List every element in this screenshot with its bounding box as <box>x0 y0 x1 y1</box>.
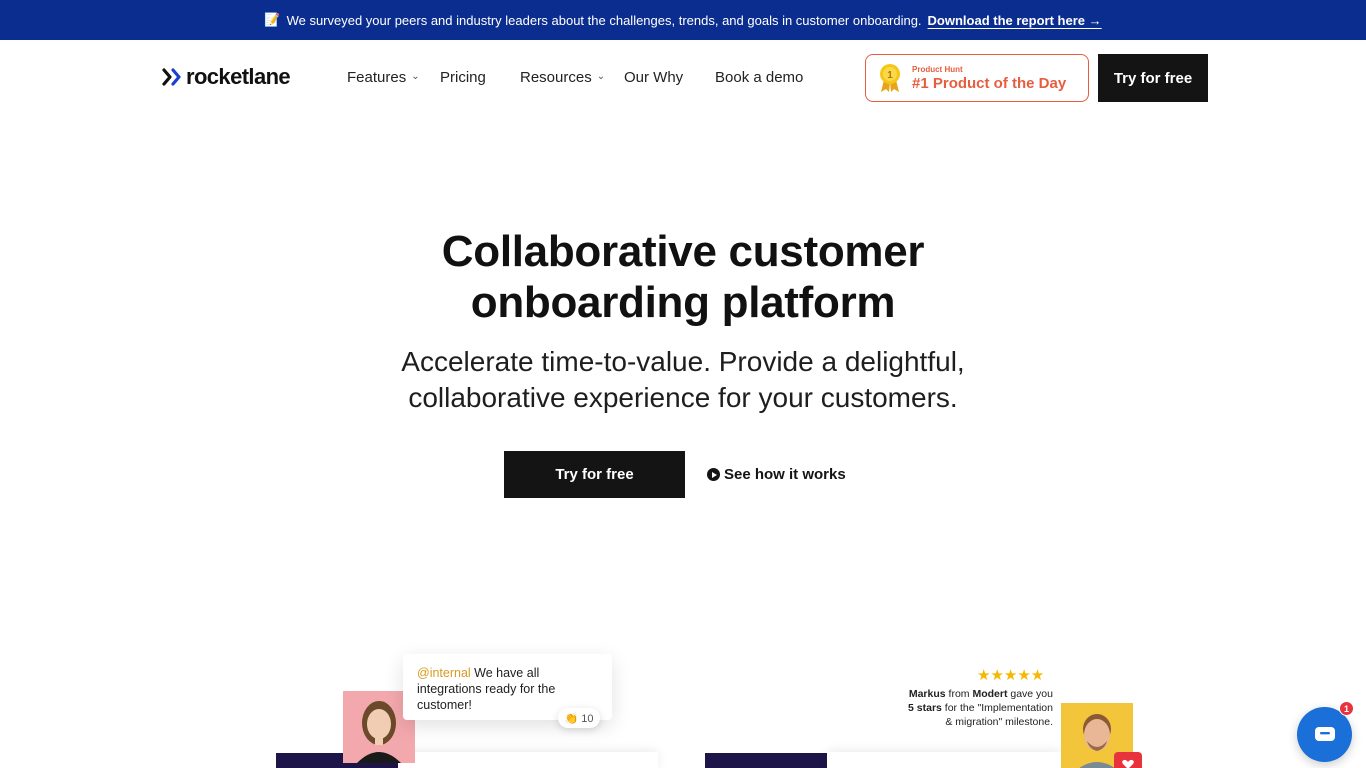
nav-our-why-label: Our Why <box>624 69 684 86</box>
svg-text:1: 1 <box>887 70 893 81</box>
review-text: Markus from Modert gave you 5 stars for … <box>905 687 1053 729</box>
nav-book-demo-label: Book a demo <box>715 69 804 86</box>
rocketlane-logo[interactable]: rocketlane <box>162 64 291 90</box>
logo-chevrons-icon <box>162 68 181 86</box>
product-hunt-text: Product Hunt #1 Product of the Day <box>912 65 1066 92</box>
app-preview-panel-right <box>827 752 1061 768</box>
nav-features[interactable]: Features ⌄ <box>347 69 420 86</box>
logo-text: rocketlane <box>186 64 291 89</box>
review-rest: for the "Implementation & migration" mil… <box>941 702 1053 728</box>
memo-icon: 📝 <box>264 12 281 27</box>
hero-title-line2: onboarding platform <box>470 278 896 327</box>
see-how-label: See how it works <box>724 466 846 483</box>
announcement-banner: 📝 We surveyed your peers and industry le… <box>0 0 1366 40</box>
hero-subtitle-line1: Accelerate time-to-value. Provide a deli… <box>401 346 965 377</box>
product-hunt-badge[interactable]: 1 Product Hunt #1 Product of the Day <box>865 54 1089 102</box>
review-from: from <box>945 688 973 700</box>
nav-book-demo[interactable]: Book a demo <box>715 69 803 86</box>
app-preview-panel-left <box>398 752 658 768</box>
nav-features-label: Features <box>347 69 407 86</box>
nav-pricing[interactable]: Pricing <box>440 69 486 86</box>
product-hunt-label: Product Hunt <box>912 64 963 74</box>
hero-title: Collaborative customer onboarding platfo… <box>0 226 1366 328</box>
reviewer-name: Markus <box>908 688 946 700</box>
nav-try-free-button[interactable]: Try for free <box>1098 54 1208 102</box>
mention-tag: @internal <box>417 666 471 680</box>
review-gave: gave you <box>1007 688 1053 700</box>
nav-pricing-label: Pricing <box>440 69 486 86</box>
five-star-rating: ★★★★★ <box>977 667 1045 684</box>
medal-icon: 1 <box>880 64 900 92</box>
hero-subtitle: Accelerate time-to-value. Provide a deli… <box>0 344 1366 416</box>
hero-title-line1: Collaborative customer <box>441 227 925 276</box>
hero-subtitle-line2: collaborative experience for your custom… <box>408 382 958 413</box>
review-rating: 5 stars <box>908 702 942 714</box>
chat-unread-badge: 1 <box>1339 701 1354 716</box>
top-navigation: rocketlane Features ⌄ Pricing Resources … <box>0 40 1366 116</box>
chat-icon <box>1314 726 1335 741</box>
reviewer-company: Modert <box>972 688 1008 700</box>
chevron-down-icon: ⌄ <box>411 71 420 82</box>
download-report-link[interactable]: Download the report here → <box>928 13 1102 28</box>
see-how-it-works-link[interactable]: See how it works <box>707 466 846 483</box>
banner-text: We surveyed your peers and industry lead… <box>286 12 922 28</box>
heart-icon <box>1114 752 1142 768</box>
nav-resources-label: Resources <box>520 69 592 86</box>
chevron-down-icon: ⌄ <box>596 71 606 82</box>
nav-our-why[interactable]: Our Why <box>624 69 683 86</box>
nav-resources[interactable]: Resources ⌄ <box>520 69 605 86</box>
product-of-day-label: #1 Product of the Day <box>912 74 1067 92</box>
clap-reaction: 👏 10 <box>558 708 600 728</box>
hero-try-free-button[interactable]: Try for free <box>504 451 685 498</box>
play-icon <box>707 468 720 481</box>
app-preview-sidebar-right <box>705 753 827 768</box>
